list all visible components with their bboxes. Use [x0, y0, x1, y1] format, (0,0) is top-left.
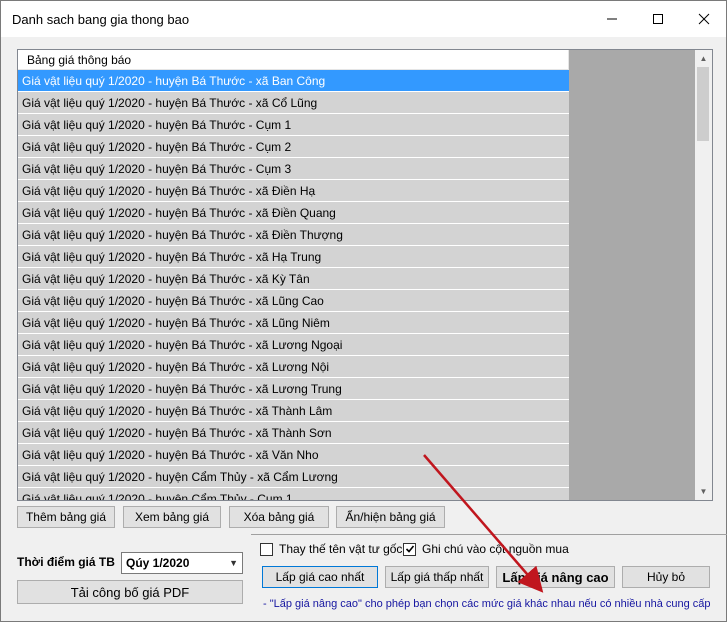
- list-item[interactable]: Giá vật liệu quý 1/2020 - huyện Bá Thước…: [18, 158, 569, 180]
- list-item[interactable]: Giá vật liệu quý 1/2020 - huyện Cẩm Thủy…: [18, 488, 569, 501]
- maximize-button[interactable]: [635, 1, 681, 37]
- fill-lowest-price-button[interactable]: Lấp giá thấp nhất: [385, 566, 489, 588]
- list-item-label: Giá vật liệu quý 1/2020 - huyện Bá Thước…: [22, 162, 292, 176]
- list-rows: Giá vật liệu quý 1/2020 - huyện Bá Thước…: [18, 70, 569, 501]
- list-item[interactable]: Giá vật liệu quý 1/2020 - huyện Bá Thước…: [18, 356, 569, 378]
- list-item-label: Giá vật liệu quý 1/2020 - huyện Bá Thước…: [22, 74, 326, 88]
- list-item[interactable]: Giá vật liệu quý 1/2020 - huyện Bá Thước…: [18, 70, 569, 92]
- delete-price-list-button[interactable]: Xóa bảng giá: [229, 506, 329, 528]
- list-item[interactable]: Giá vật liệu quý 1/2020 - huyện Bá Thước…: [18, 444, 569, 466]
- minimize-icon: [607, 18, 617, 20]
- maximize-icon: [653, 14, 663, 24]
- view-price-list-button[interactable]: Xem bảng giá: [123, 506, 221, 528]
- vertical-scrollbar[interactable]: ▲ ▼: [695, 50, 712, 500]
- list-item[interactable]: Giá vật liệu quý 1/2020 - huyện Bá Thước…: [18, 136, 569, 158]
- list-item[interactable]: Giá vật liệu quý 1/2020 - huyện Bá Thước…: [18, 92, 569, 114]
- cancel-button[interactable]: Hủy bỏ: [622, 566, 710, 588]
- list-item[interactable]: Giá vật liệu quý 1/2020 - huyện Bá Thước…: [18, 246, 569, 268]
- list-item[interactable]: Giá vật liệu quý 1/2020 - huyện Bá Thước…: [18, 202, 569, 224]
- list-item[interactable]: Giá vật liệu quý 1/2020 - huyện Bá Thước…: [18, 114, 569, 136]
- minimize-button[interactable]: [589, 1, 635, 37]
- dialog-window: Danh sach bang gia thong bao Bảng giá th…: [0, 0, 727, 622]
- list-item-label: Giá vật liệu quý 1/2020 - huyện Bá Thước…: [22, 228, 343, 242]
- replace-name-option[interactable]: Thay thế tên vật tư gốc: [260, 542, 402, 556]
- list-empty-area: [569, 50, 695, 500]
- list-item[interactable]: Giá vật liệu quý 1/2020 - huyện Bá Thước…: [18, 312, 569, 334]
- quarter-select[interactable]: Qúy 1/2020 ▼: [121, 552, 243, 574]
- list-item-label: Giá vật liệu quý 1/2020 - huyện Bá Thước…: [22, 96, 318, 110]
- column-header-label: Bảng giá thông báo: [27, 53, 132, 67]
- close-icon: [698, 13, 710, 25]
- options-separator: [251, 534, 727, 535]
- download-pdf-button[interactable]: Tải công bố giá PDF: [17, 580, 243, 604]
- replace-name-label: Thay thế tên vật tư gốc: [279, 542, 403, 556]
- close-button[interactable]: [681, 1, 727, 37]
- replace-name-checkbox[interactable]: [260, 542, 273, 556]
- check-icon: [405, 545, 414, 553]
- toggle-price-list-button[interactable]: Ẩn/hiện bảng giá: [336, 506, 445, 528]
- list-item[interactable]: Giá vật liệu quý 1/2020 - huyện Bá Thước…: [18, 378, 569, 400]
- list-item-label: Giá vật liệu quý 1/2020 - huyện Bá Thước…: [22, 426, 332, 440]
- list-item[interactable]: Giá vật liệu quý 1/2020 - huyện Bá Thước…: [18, 334, 569, 356]
- note-source-label: Ghi chú vào cột nguồn mua: [422, 542, 569, 556]
- list-item-label: Giá vật liệu quý 1/2020 - huyện Cẩm Thủy…: [22, 470, 338, 484]
- window-title: Danh sach bang gia thong bao: [12, 12, 190, 27]
- list-item[interactable]: Giá vật liệu quý 1/2020 - huyện Bá Thước…: [18, 180, 569, 202]
- list-item-label: Giá vật liệu quý 1/2020 - huyện Bá Thước…: [22, 206, 336, 220]
- add-price-list-button[interactable]: Thêm bảng giá: [17, 506, 115, 528]
- list-item[interactable]: Giá vật liệu quý 1/2020 - huyện Cẩm Thủy…: [18, 466, 569, 488]
- fill-highest-price-button[interactable]: Lấp giá cao nhất: [262, 566, 378, 588]
- list-column-header[interactable]: Bảng giá thông báo: [18, 50, 569, 70]
- list-item[interactable]: Giá vật liệu quý 1/2020 - huyện Bá Thước…: [18, 290, 569, 312]
- list-item-label: Giá vật liệu quý 1/2020 - huyện Bá Thước…: [22, 140, 292, 154]
- advanced-price-note: - "Lấp giá nâng cao" cho phép bạn chọn c…: [263, 598, 711, 610]
- list-item-label: Giá vật liệu quý 1/2020 - huyện Bá Thước…: [22, 316, 330, 330]
- list-item-label: Giá vật liệu quý 1/2020 - huyện Bá Thước…: [22, 338, 343, 352]
- list-item-label: Giá vật liệu quý 1/2020 - huyện Bá Thước…: [22, 294, 324, 308]
- list-item-label: Giá vật liệu quý 1/2020 - huyện Bá Thước…: [22, 250, 322, 264]
- list-item-label: Giá vật liệu quý 1/2020 - huyện Bá Thước…: [22, 118, 292, 132]
- list-item[interactable]: Giá vật liệu quý 1/2020 - huyện Bá Thước…: [18, 400, 569, 422]
- list-item[interactable]: Giá vật liệu quý 1/2020 - huyện Bá Thước…: [18, 422, 569, 444]
- quarter-select-value: Qúy 1/2020: [126, 556, 190, 570]
- list-item-label: Giá vật liệu quý 1/2020 - huyện Cẩm Thủy…: [22, 492, 293, 501]
- list-item-label: Giá vật liệu quý 1/2020 - huyện Bá Thước…: [22, 404, 333, 418]
- list-item-label: Giá vật liệu quý 1/2020 - huyện Bá Thước…: [22, 382, 342, 396]
- scroll-up-icon[interactable]: ▲: [695, 50, 712, 67]
- note-source-checkbox[interactable]: [403, 542, 416, 556]
- title-bar[interactable]: Danh sach bang gia thong bao: [1, 1, 726, 37]
- list-item-label: Giá vật liệu quý 1/2020 - huyện Bá Thước…: [22, 272, 310, 286]
- time-label: Thời điểm giá TB: [17, 555, 115, 569]
- list-item-label: Giá vật liệu quý 1/2020 - huyện Bá Thước…: [22, 448, 319, 462]
- scroll-down-icon[interactable]: ▼: [695, 483, 712, 500]
- list-item[interactable]: Giá vật liệu quý 1/2020 - huyện Bá Thước…: [18, 224, 569, 246]
- list-item-label: Giá vật liệu quý 1/2020 - huyện Bá Thước…: [22, 360, 330, 374]
- fill-advanced-price-button[interactable]: Lấp giá nâng cao: [496, 566, 615, 588]
- scroll-thumb[interactable]: [697, 67, 709, 141]
- list-item[interactable]: Giá vật liệu quý 1/2020 - huyện Bá Thước…: [18, 268, 569, 290]
- chevron-down-icon: ▼: [229, 558, 238, 568]
- list-item-label: Giá vật liệu quý 1/2020 - huyện Bá Thước…: [22, 184, 316, 198]
- note-source-option[interactable]: Ghi chú vào cột nguồn mua: [403, 542, 569, 556]
- price-list-view[interactable]: Bảng giá thông báo Giá vật liệu quý 1/20…: [17, 49, 713, 501]
